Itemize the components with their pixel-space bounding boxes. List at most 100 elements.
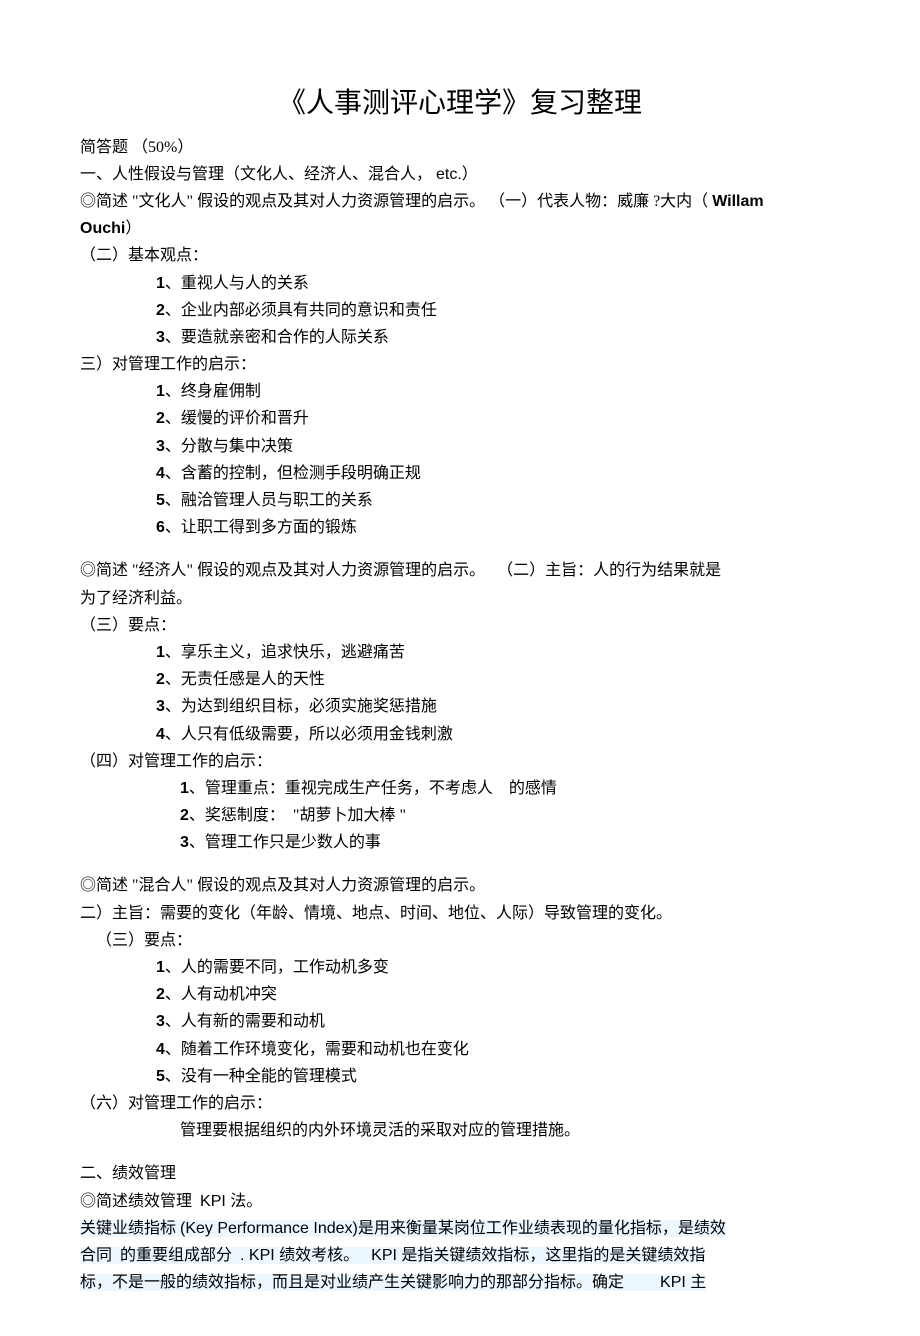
spacer <box>80 856 840 872</box>
text: 、为达到组织目标，必须实施奖惩措施 <box>165 698 437 715</box>
num: 3 <box>156 329 165 346</box>
list-item: 4、随着工作环境变化，需要和动机也在变化 <box>80 1036 840 1063</box>
list-item: 2、缓慢的评价和晋升 <box>80 405 840 432</box>
paragraph: 标，不是一般的绩效指标，而且是对业绩产生关键影响力的那部分指标。确定 KPI 主 <box>80 1269 840 1296</box>
section-heading: 二、绩效管理 <box>80 1160 840 1187</box>
paragraph: 管理要根据组织的内外环境灵活的采取对应的管理措施。 <box>80 1117 840 1144</box>
text: 的感情 <box>509 780 557 797</box>
spacer <box>80 541 840 557</box>
num: 4 <box>156 726 165 743</box>
list-item: 2、企业内部必须具有共同的意识和责任 <box>80 297 840 324</box>
num: 3 <box>156 698 165 715</box>
section-heading: （六）对管理工作的启示： <box>80 1090 840 1117</box>
num: 6 <box>156 519 165 536</box>
num: 4 <box>156 465 165 482</box>
section-heading: （三）要点： <box>80 612 840 639</box>
num: 1 <box>156 383 165 400</box>
num: 1 <box>156 959 165 976</box>
text: etc.） <box>436 166 478 183</box>
list-item: 2、无责任感是人的天性 <box>80 666 840 693</box>
list-item: 4、人只有低级需要，所以必须用金钱刺激 <box>80 721 840 748</box>
num: 5 <box>156 492 165 509</box>
text: 一、人性假设与管理（文化人、经济人、混合人， <box>80 166 432 183</box>
paragraph: 二）主旨：需要的变化（年龄、情境、地点、时间、地位、人际）导致管理的变化。 <box>80 900 840 927</box>
paragraph: 为了经济利益。 <box>80 585 840 612</box>
text: Ouchi <box>80 220 125 237</box>
list-item: 3、要造就亲密和合作的人际关系 <box>80 324 840 351</box>
section-heading: （二）基本观点： <box>80 242 840 269</box>
intro-line-2: 一、人性假设与管理（文化人、经济人、混合人， etc.） <box>80 161 840 188</box>
list-item: 2、人有动机冲突 <box>80 981 840 1008</box>
text: 、人的需要不同，工作动机多变 <box>165 959 389 976</box>
num: 4 <box>156 1041 165 1058</box>
paragraph: 合同 的重要组成部分 . KPI 绩效考核。 KPI 是指关键绩效指标，这里指的… <box>80 1242 840 1269</box>
list-item: 6、让职工得到多方面的锻炼 <box>80 514 840 541</box>
num: 1 <box>156 275 165 292</box>
section-heading: （四）对管理工作的启示： <box>80 748 840 775</box>
text: 、重视人与人的关系 <box>165 275 309 292</box>
text: KPI 是指关键绩效指标，这里指的是关键绩效指 <box>371 1247 705 1264</box>
intro-line-4: Ouchi） <box>80 215 840 242</box>
text: 、人有动机冲突 <box>165 986 277 1003</box>
list-item: 1、享乐主义，追求快乐，逃避痛苦 <box>80 639 840 666</box>
text: 的重要组成部分 <box>120 1247 232 1264</box>
paragraph: ◎简述 "混合人" 假设的观点及其对人力资源管理的启示。 <box>80 872 840 899</box>
text: 、人只有低级需要，所以必须用金钱刺激 <box>165 726 453 743</box>
list-item: 3、分散与集中决策 <box>80 433 840 460</box>
text: 、没有一种全能的管理模式 <box>165 1068 357 1085</box>
list-item: 5、融洽管理人员与职工的关系 <box>80 487 840 514</box>
num: 3 <box>156 438 165 455</box>
list-item: 4、含蓄的控制，但检测手段明确正规 <box>80 460 840 487</box>
list-item: 1、人的需要不同，工作动机多变 <box>80 954 840 981</box>
text: ◎简述 "文化人" 假设的观点及其对人力资源管理的启示。 <box>80 193 485 210</box>
paragraph: 关键业绩指标 (Key Performance Index)是用来衡量某岗位工作… <box>80 1215 840 1242</box>
num: 1 <box>156 644 165 661</box>
num: 3 <box>156 1013 165 1030</box>
num: 2 <box>156 671 165 688</box>
text: " <box>399 807 406 824</box>
text: . KPI 绩效考核。 <box>240 1247 359 1264</box>
text: 、享乐主义，追求快乐，逃避痛苦 <box>165 644 405 661</box>
list-item: 2、奖惩制度： "胡萝卜加大棒 " <box>80 802 840 829</box>
text: 关键业绩指标 <box>80 1220 176 1237</box>
text: 、企业内部必须具有共同的意识和责任 <box>165 302 437 319</box>
num: 5 <box>156 1068 165 1085</box>
text: （二）主旨：人的行为结果就是 <box>497 562 721 579</box>
text: 、让职工得到多方面的锻炼 <box>165 519 357 536</box>
list-item: 1、终身雇佣制 <box>80 378 840 405</box>
num: 2 <box>156 986 165 1003</box>
list-item: 5、没有一种全能的管理模式 <box>80 1063 840 1090</box>
text-highlight: 关键业绩指标 (Key Performance Index)是用来衡量某岗位工作… <box>80 1220 726 1237</box>
spacer <box>80 1144 840 1160</box>
section-heading: （三）要点： <box>80 927 840 954</box>
intro-line-3: ◎简述 "文化人" 假设的观点及其对人力资源管理的启示。 （一）代表人物：威廉 … <box>80 188 840 215</box>
text: ） <box>125 220 141 237</box>
intro-line-1: 简答题 （50%） <box>80 134 840 161</box>
text: ◎简述 "经济人" 假设的观点及其对人力资源管理的启示。 <box>80 562 485 579</box>
text: KPI 法。 <box>200 1193 262 1210</box>
text: 、含蓄的控制，但检测手段明确正规 <box>165 465 421 482</box>
num: 2 <box>180 807 189 824</box>
list-item: 3、人有新的需要和动机 <box>80 1008 840 1035</box>
text: (Key Performance Index)是用来衡量某岗位工作业绩表现的量化… <box>180 1220 726 1237</box>
page-title: 《人事测评心理学》复习整理 <box>80 80 840 128</box>
num: 2 <box>156 410 165 427</box>
text: Willam <box>712 193 763 210</box>
text: （一）代表人物：威廉 ?大内（ <box>489 193 708 210</box>
text: 合同 <box>80 1247 112 1264</box>
text-highlight: 标，不是一般的绩效指标，而且是对业绩产生关键影响力的那部分指标。确定 KPI 主 <box>80 1274 706 1291</box>
text: "胡萝卜加大棒 <box>293 807 396 824</box>
paragraph: ◎简述 "经济人" 假设的观点及其对人力资源管理的启示。 （二）主旨：人的行为结… <box>80 557 840 584</box>
text: 、人有新的需要和动机 <box>165 1013 325 1030</box>
text-highlight: 合同 的重要组成部分 . KPI 绩效考核。 KPI 是指关键绩效指标，这里指的… <box>80 1247 705 1264</box>
text: 、融洽管理人员与职工的关系 <box>165 492 373 509</box>
text: 、要造就亲密和合作的人际关系 <box>165 329 389 346</box>
text: 、奖惩制度： <box>189 807 285 824</box>
text: 、管理重点：重视完成生产任务，不考虑人 <box>189 780 493 797</box>
num: 3 <box>180 834 189 851</box>
list-item: 3、管理工作只是少数人的事 <box>80 829 840 856</box>
text: 标，不是一般的绩效指标，而且是对业绩产生关键影响力的那部分指标。确定 <box>80 1274 624 1291</box>
text: 、无责任感是人的天性 <box>165 671 325 688</box>
list-item: 1、重视人与人的关系 <box>80 270 840 297</box>
text: KPI 主 <box>660 1274 706 1291</box>
